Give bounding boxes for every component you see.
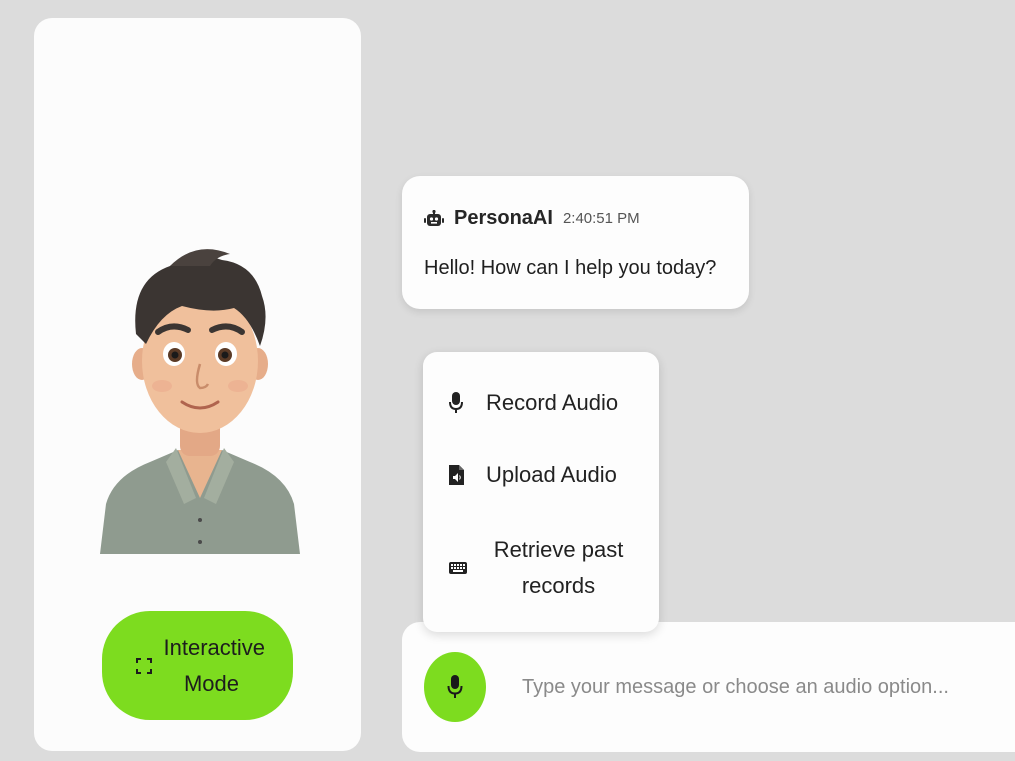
message-input-bar — [402, 622, 1015, 752]
robot-icon — [424, 209, 444, 226]
chat-message: PersonaAI 2:40:51 PM Hello! How can I he… — [402, 176, 749, 309]
retrieve-records-option[interactable]: Retrieve past records — [423, 532, 659, 604]
expand-icon — [135, 657, 152, 674]
mic-button[interactable] — [424, 652, 486, 722]
upload-audio-label: Upload Audio — [486, 462, 617, 487]
message-text: Hello! How can I help you today? — [424, 257, 717, 279]
interactive-mode-button[interactable]: Interactive Mode — [102, 611, 293, 720]
keyboard-icon — [449, 562, 467, 574]
microphone-icon — [447, 675, 463, 698]
avatar — [100, 236, 300, 554]
avatar-panel: Interactive Mode — [34, 18, 361, 751]
retrieve-records-label: Retrieve past records — [493, 537, 624, 598]
audio-options-menu: Record Audio Upload Audio Retrieve past … — [423, 352, 659, 632]
record-audio-option[interactable]: Record Audio — [423, 382, 659, 424]
sender-name: PersonaAI — [454, 207, 553, 229]
microphone-icon — [449, 392, 463, 413]
message-timestamp: 2:40:51 PM — [562, 210, 640, 227]
message-input[interactable] — [522, 670, 1002, 704]
interactive-mode-label: Interactive Mode — [163, 634, 266, 696]
message-header: PersonaAI 2:40:51 PM — [424, 207, 640, 230]
avatar-illustration — [100, 249, 300, 554]
record-audio-label: Record Audio — [486, 390, 619, 415]
upload-audio-option[interactable]: Upload Audio — [423, 454, 659, 496]
audio-file-icon — [449, 465, 464, 485]
